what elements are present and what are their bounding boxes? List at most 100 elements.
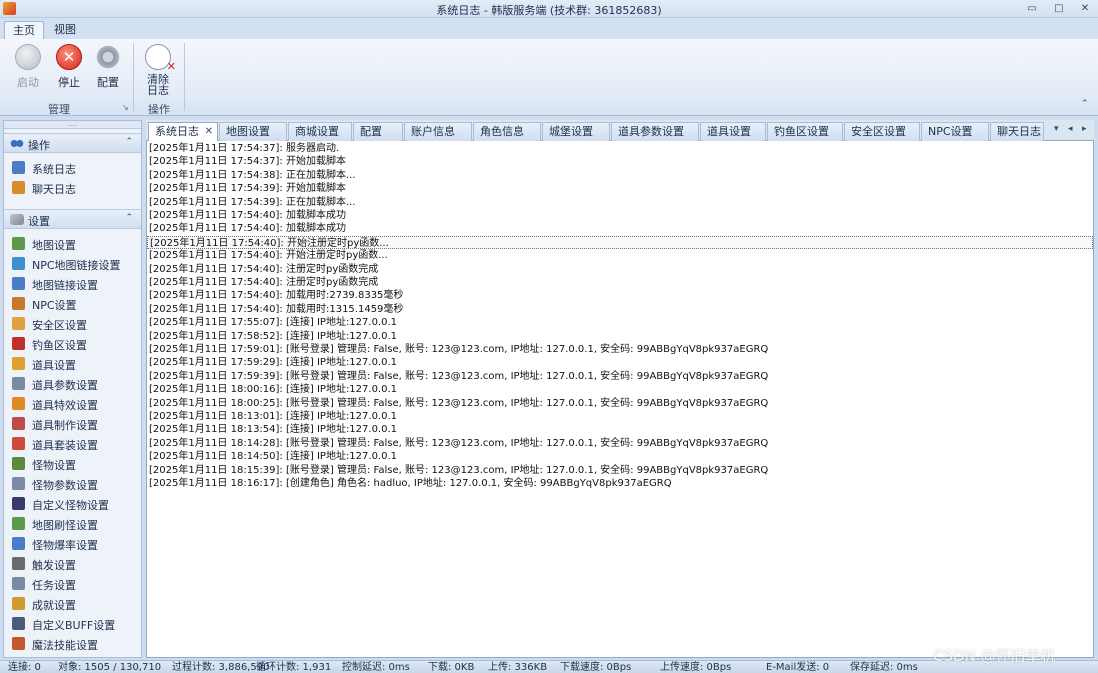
nav-item[interactable]: 任务设置 — [12, 575, 137, 593]
nav-group-header[interactable]: 设置 ⌃ — [4, 209, 141, 229]
log-line[interactable]: [2025年1月11日 17:54:40]: 加载脚本成功 — [149, 222, 346, 235]
nav-item-label: 自定义BUFF设置 — [32, 619, 116, 632]
close-button[interactable]: ✕ — [1078, 2, 1092, 16]
system-log-view[interactable]: [2025年1月11日 17:54:37]: 服务器启动. [2025年1月11日… — [146, 141, 1094, 658]
nav-item[interactable]: 成就设置 — [12, 595, 137, 613]
nav-group-header[interactable]: 操作 ⌃ — [4, 133, 141, 153]
nav-item-label: NPC地图链接设置 — [32, 259, 121, 272]
maximize-button[interactable]: □ — [1052, 2, 1066, 16]
log-line[interactable]: [2025年1月11日 17:54:39]: 正在加载脚本... — [149, 196, 356, 209]
document-tab[interactable]: 配置 — [353, 122, 403, 141]
chevron-right-icon[interactable]: ▸ — [1082, 124, 1087, 134]
window-title: 系统日志 - 韩版服务端 (技术群: 361852683) — [436, 4, 662, 17]
log-line[interactable]: [2025年1月11日 17:55:07]: [连接] IP地址:127.0.0… — [149, 316, 397, 329]
map-spawn-icon — [12, 517, 25, 530]
document-tab[interactable]: 地图设置 — [219, 122, 287, 141]
nav-item[interactable]: 触发设置 — [12, 555, 137, 573]
status-item: 下载速度: 0Bps — [560, 662, 632, 673]
log-line[interactable]: [2025年1月11日 17:54:40]: 开始注册定时py函数... — [147, 235, 1093, 249]
nav-item[interactable]: 地图设置 — [12, 235, 137, 253]
minimize-button[interactable]: ▭ — [1025, 2, 1039, 16]
nav-item[interactable]: 道具特效设置 — [12, 395, 137, 413]
nav-item[interactable]: 系统日志 — [12, 159, 137, 177]
log-line[interactable]: [2025年1月11日 17:54:38]: 正在加载脚本... — [149, 169, 356, 182]
nav-item[interactable]: 自定义BUFF设置 — [12, 615, 137, 633]
log-line[interactable]: [2025年1月11日 17:59:39]: [账号登录] 管理员: False… — [149, 370, 768, 383]
log-line[interactable]: [2025年1月11日 18:14:50]: [连接] IP地址:127.0.0… — [149, 450, 397, 463]
document-tab[interactable]: 安全区设置 — [844, 122, 920, 141]
nav-item[interactable]: NPC设置 — [12, 295, 137, 313]
log-line[interactable]: [2025年1月11日 17:54:40]: 加载用时:1315.1459毫秒 — [149, 303, 403, 316]
nav-item[interactable]: 道具参数设置 — [12, 375, 137, 393]
log-line[interactable]: [2025年1月11日 17:54:40]: 注册定时py函数完成 — [149, 263, 378, 276]
log-line[interactable]: [2025年1月11日 18:15:39]: [账号登录] 管理员: False… — [149, 464, 768, 477]
log-line[interactable]: [2025年1月11日 18:16:17]: [创建角色] 角色名: hadlu… — [149, 477, 672, 490]
document-tab[interactable]: 城堡设置 — [542, 122, 610, 141]
nav-item[interactable]: 地图刷怪设置 — [12, 515, 137, 533]
nav-grip[interactable]: .... — [4, 121, 141, 129]
nav-item[interactable]: 自定义怪物设置 — [12, 495, 137, 513]
document-tab-label: 道具参数设置 — [618, 125, 684, 138]
nav-item[interactable]: 道具设置 — [12, 355, 137, 373]
log-line[interactable]: [2025年1月11日 17:59:29]: [连接] IP地址:127.0.0… — [149, 356, 397, 369]
nav-item[interactable]: 安全区设置 — [12, 315, 137, 333]
log-line[interactable]: [2025年1月11日 18:00:16]: [连接] IP地址:127.0.0… — [149, 383, 397, 396]
chevron-up-icon[interactable]: ⌃ — [125, 137, 133, 147]
log-line[interactable]: [2025年1月11日 18:14:28]: [账号登录] 管理员: False… — [149, 437, 768, 450]
ribbon-tab-view[interactable]: 视图 — [46, 21, 84, 39]
log-line[interactable]: [2025年1月11日 17:58:52]: [连接] IP地址:127.0.0… — [149, 330, 397, 343]
nav-item[interactable]: 道具套装设置 — [12, 435, 137, 453]
document-tab[interactable]: 道具参数设置 — [611, 122, 699, 141]
nav-item[interactable]: NPC地图链接设置 — [12, 255, 137, 273]
status-item: 过程计数: 3,886,590 — [172, 662, 270, 673]
log-line[interactable]: [2025年1月11日 18:00:25]: [账号登录] 管理员: False… — [149, 397, 768, 410]
nav-item-label: 道具套装设置 — [32, 439, 98, 452]
clear-log-button[interactable]: 清除 日志 — [139, 44, 177, 96]
nav-item[interactable]: 钓鱼区设置 — [12, 335, 137, 353]
monster-params-icon — [12, 477, 25, 490]
nav-item-label: 自定义怪物设置 — [32, 499, 109, 512]
nav-item[interactable]: 道具制作设置 — [12, 415, 137, 433]
chevron-up-icon[interactable]: ⌃ — [125, 213, 133, 223]
log-line[interactable]: [2025年1月11日 17:54:40]: 开始注册定时py函数... — [149, 249, 388, 262]
nav-item[interactable]: 地图链接设置 — [12, 275, 137, 293]
log-line[interactable]: [2025年1月11日 17:54:40]: 加载脚本成功 — [149, 209, 346, 222]
log-line[interactable]: [2025年1月11日 17:54:40]: 加载用时:2739.8335毫秒 — [149, 289, 403, 302]
ribbon-tab-home[interactable]: 主页 — [4, 21, 44, 39]
document-tab[interactable]: 账户信息 — [404, 122, 472, 141]
nav-item-label: 地图刷怪设置 — [32, 519, 98, 532]
clear-log-label: 清除 日志 — [147, 73, 169, 97]
ribbon-collapse-icon[interactable]: ⌃ — [1081, 99, 1089, 109]
nav-item[interactable]: 魔法技能设置 — [12, 635, 137, 653]
log-line[interactable]: [2025年1月11日 18:13:54]: [连接] IP地址:127.0.0… — [149, 423, 397, 436]
stop-button[interactable]: ✕ 停止 — [50, 44, 88, 90]
nav-item[interactable]: 怪物参数设置 — [12, 475, 137, 493]
log-line[interactable]: [2025年1月11日 17:54:40]: 注册定时py函数完成 — [149, 276, 378, 289]
document-tab[interactable]: 道具设置 — [700, 122, 766, 141]
log-line[interactable]: [2025年1月11日 17:59:01]: [账号登录] 管理员: False… — [149, 343, 768, 356]
settings-icon — [10, 214, 24, 225]
nav-item[interactable]: 怪物设置 — [12, 455, 137, 473]
start-button[interactable]: 启动 — [9, 44, 47, 90]
chevron-left-icon[interactable]: ◂ — [1068, 124, 1073, 134]
achievement-icon — [12, 597, 25, 610]
config-button[interactable]: 配置 — [89, 44, 127, 90]
watermark: CSDN @怀旧单机 — [933, 647, 1056, 665]
log-line[interactable]: [2025年1月11日 17:54:37]: 服务器启动. — [149, 142, 339, 155]
document-tab[interactable]: 商城设置 — [288, 122, 352, 141]
safe-zone-icon — [12, 317, 25, 330]
document-tab[interactable]: 角色信息 — [473, 122, 541, 141]
tab-close-icon[interactable]: ✕ — [205, 123, 213, 140]
document-tab[interactable]: 钓鱼区设置 — [767, 122, 843, 141]
tab-list-dropdown-icon[interactable]: ▾ — [1054, 124, 1059, 134]
log-line[interactable]: [2025年1月11日 17:54:37]: 开始加载脚本 — [149, 155, 346, 168]
nav-item[interactable]: 怪物爆率设置 — [12, 535, 137, 553]
document-tab[interactable]: 聊天日志 — [990, 122, 1044, 141]
document-tab[interactable]: 系统日志 ✕ — [148, 122, 218, 142]
nav-item[interactable]: 聊天日志 — [12, 179, 137, 197]
status-item: 对象: 1505 / 130,710 — [58, 662, 162, 673]
dialog-launcher-icon[interactable]: ↘ — [122, 103, 129, 112]
log-line[interactable]: [2025年1月11日 17:54:39]: 开始加载脚本 — [149, 182, 346, 195]
log-line[interactable]: [2025年1月11日 18:13:01]: [连接] IP地址:127.0.0… — [149, 410, 397, 423]
document-tab[interactable]: NPC设置 — [921, 122, 989, 141]
